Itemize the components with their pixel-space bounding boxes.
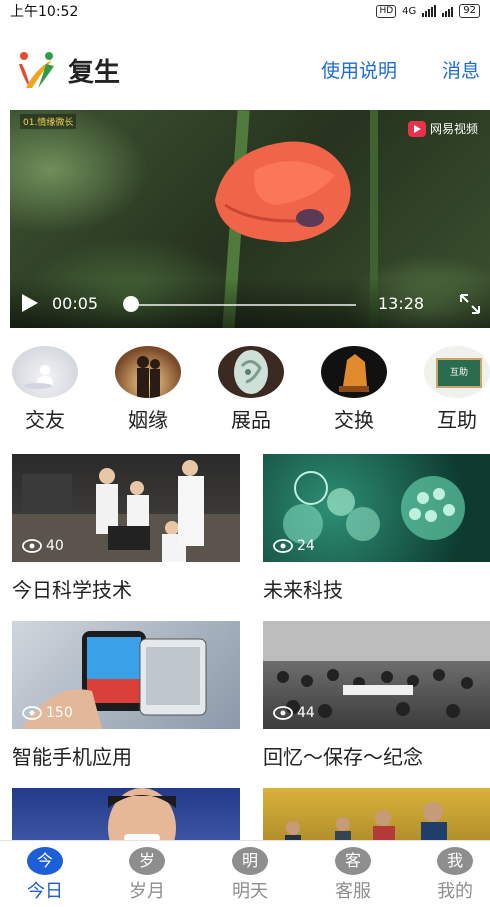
tab-label: 明天 <box>232 881 268 902</box>
view-count: 44 <box>273 705 315 721</box>
view-count: 24 <box>273 538 315 554</box>
category-label: 姻缘 <box>128 408 168 432</box>
status-icons: HD 4G 92 <box>376 4 480 18</box>
view-count: 150 <box>22 705 73 721</box>
status-bar: 上午10:52 HD 4G 92 <box>0 0 490 22</box>
app-logo-icon <box>19 52 54 88</box>
category-row: 交友 姻缘 展品 交换 互助 互助 <box>0 346 490 438</box>
brand-label: 网易视频 <box>429 122 478 136</box>
category-exhibits[interactable]: 展品 <box>211 346 291 433</box>
instructions-link[interactable]: 使用说明 <box>321 56 397 83</box>
tab-tomorrow[interactable]: 明 明天 <box>210 847 290 903</box>
tab-mine-icon: 我 <box>437 847 473 875</box>
tab-today[interactable]: 今 今日 <box>5 847 85 903</box>
category-help[interactable]: 互助 互助 <box>417 346 490 433</box>
video-brand: 网易视频 <box>407 120 478 137</box>
battery-icon: 92 <box>459 4 480 18</box>
poppy-flower-image <box>215 141 351 243</box>
eye-icon <box>22 706 42 720</box>
card-memories[interactable]: 44 回忆～保存～纪念 <box>263 621 490 770</box>
card-image: 44 <box>263 621 490 729</box>
app-name: 复生 <box>68 58 121 88</box>
signal-icon <box>422 5 437 17</box>
tab-today-icon: 今 <box>27 847 63 875</box>
tab-service[interactable]: 客 客服 <box>313 847 393 903</box>
view-count-value: 24 <box>297 538 315 554</box>
card-title: 今日科学技术 <box>12 578 132 602</box>
category-friends-image <box>12 346 78 398</box>
category-label: 展品 <box>231 408 271 432</box>
messages-link[interactable]: 消息 <box>442 56 480 83</box>
progress-knob[interactable] <box>123 296 140 312</box>
card-title: 未来科技 <box>263 578 343 602</box>
tab-mine[interactable]: 我 我的 <box>415 847 490 903</box>
status-time: 上午10:52 <box>10 4 79 20</box>
network-label: 4G <box>402 5 417 17</box>
channel-tag: 01.情缘微长 <box>20 114 77 129</box>
card-science-today[interactable]: 40 今日科学技术 <box>12 454 240 603</box>
category-help-image: 互助 <box>424 346 490 398</box>
tab-label: 我的 <box>437 881 473 902</box>
card-title: 回忆～保存～纪念 <box>263 745 423 769</box>
netease-video-icon <box>407 120 426 137</box>
video-controls: 00:05 13:28 <box>10 278 490 328</box>
card-smartphone-apps[interactable]: 150 智能手机应用 <box>12 621 240 770</box>
view-count-value: 40 <box>46 538 64 554</box>
view-count: 40 <box>22 538 64 554</box>
eye-icon <box>273 706 293 720</box>
tab-label: 客服 <box>335 881 371 902</box>
card-future-tech[interactable]: 24 未来科技 <box>263 454 490 603</box>
tab-service-icon: 客 <box>335 847 371 875</box>
category-label: 互助 <box>437 408 477 432</box>
play-icon[interactable] <box>18 292 40 314</box>
tab-tomorrow-icon: 明 <box>232 847 268 875</box>
category-label: 交换 <box>334 408 374 432</box>
category-marriage-image <box>115 346 181 398</box>
category-friends[interactable]: 交友 <box>5 346 85 433</box>
total-time: 13:28 <box>378 294 425 313</box>
fullscreen-icon[interactable] <box>458 292 482 316</box>
eye-icon <box>273 539 293 553</box>
category-label: 交友 <box>25 408 65 432</box>
progress-track[interactable] <box>130 304 356 306</box>
tab-label: 今日 <box>27 881 63 902</box>
video-player[interactable]: 01.情缘微长 网易视频 00:05 13:28 <box>10 110 490 328</box>
card-title: 智能手机应用 <box>12 745 132 769</box>
bottom-tab-bar: 今 今日 岁 岁月 明 明天 客 客服 我 我的 <box>0 840 490 907</box>
card-image: 150 <box>12 621 240 729</box>
help-board: 互助 <box>436 358 482 388</box>
card-image: 40 <box>12 454 240 562</box>
view-count-value: 150 <box>46 705 73 721</box>
hd-icon: HD <box>376 4 397 18</box>
app-header: 复生 使用说明 消息 <box>0 42 490 98</box>
current-time: 00:05 <box>52 294 99 313</box>
eye-icon <box>22 539 42 553</box>
view-count-value: 44 <box>297 705 315 721</box>
tab-label: 岁月 <box>129 881 165 902</box>
category-exchange-image <box>321 346 387 398</box>
card-image: 24 <box>263 454 490 562</box>
category-exhibits-image <box>218 346 284 398</box>
tab-years[interactable]: 岁 岁月 <box>107 847 187 903</box>
category-marriage[interactable]: 姻缘 <box>108 346 188 433</box>
tab-years-icon: 岁 <box>129 847 165 875</box>
signal-icon-2 <box>442 5 454 17</box>
category-exchange[interactable]: 交换 <box>314 346 394 433</box>
